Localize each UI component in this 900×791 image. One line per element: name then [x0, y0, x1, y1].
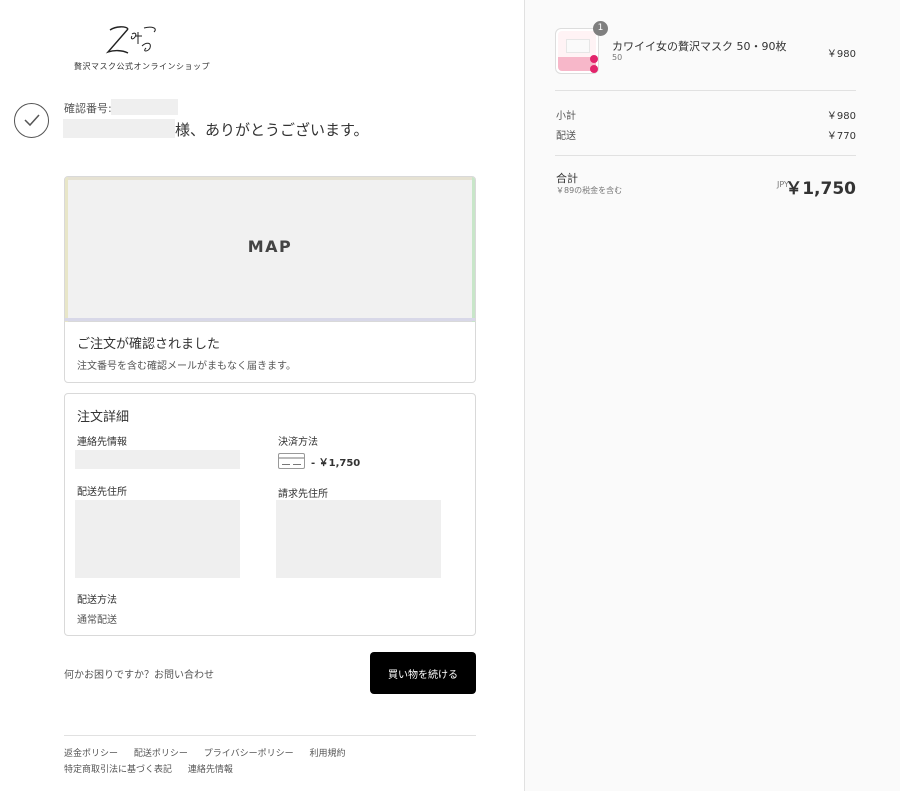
footer-link-legal-notice[interactable]: 特定商取引法に基づく表記	[64, 762, 172, 778]
shop-logo[interactable]: 贅沢マスク公式オンラインショップ	[74, 24, 210, 74]
contact-info-label: 連絡先情報	[77, 437, 127, 448]
footer-link-terms[interactable]: 利用規約	[309, 746, 345, 762]
thank-you-message: 様、ありがとうございます。	[175, 121, 369, 139]
help-contact-link[interactable]: 何かお困りですか？お問い合わせ	[64, 666, 214, 681]
order-details-title: 注文詳細	[77, 410, 130, 425]
map[interactable]: MAP	[65, 177, 475, 322]
footer-link-refund-policy[interactable]: 返金ポリシー	[64, 746, 118, 762]
product-variant: 50	[612, 53, 623, 62]
customer-name-redacted	[63, 119, 175, 138]
shipping-address-label: 配送先住所	[77, 487, 127, 498]
product-thumbnail	[555, 28, 599, 74]
billing-address-redacted	[276, 500, 441, 578]
map-edge	[65, 318, 475, 321]
main-panel: 贅沢マスク公式オンラインショップ 確認番号: 様、ありがとうございます。 MAP…	[0, 0, 524, 791]
footer-divider	[64, 735, 476, 736]
summary-divider	[555, 155, 856, 156]
billing-address-label: 請求先住所	[278, 489, 328, 500]
product-price: ￥980	[826, 49, 856, 60]
payment-method-label: 決済方法	[278, 437, 318, 448]
map-edge	[65, 177, 475, 180]
confirmation-number-redacted	[111, 99, 178, 115]
order-confirmed-title: ご注文が確認されました	[77, 337, 221, 352]
tax-note: ￥89の税金を含む	[556, 186, 623, 195]
quantity-badge: 1	[593, 21, 608, 36]
footer-link-privacy-policy[interactable]: プライバシーポリシー	[204, 746, 294, 762]
contact-info-redacted	[75, 450, 240, 469]
subtotal-value: ￥980	[826, 111, 856, 122]
map-label: MAP	[247, 237, 293, 256]
subtotal-label: 小計	[556, 111, 576, 122]
credit-card-icon	[278, 453, 305, 469]
payment-amount: - ￥1,750	[311, 458, 361, 469]
order-confirmed-subtitle: 注文番号を含む確認メールがまもなく届きます。	[77, 361, 296, 372]
shipping-method-label: 配送方法	[77, 595, 117, 606]
total-label: 合計	[556, 172, 578, 185]
footer-link-contact[interactable]: 連絡先情報	[188, 762, 233, 778]
shipping-method-value: 通常配送	[77, 615, 117, 626]
shipping-address-redacted	[75, 500, 240, 578]
order-confirmed-card: MAP ご注文が確認されました 注文番号を含む確認メールがまもなく届きます。	[64, 176, 476, 383]
footer-links: 返金ポリシー 配送ポリシー プライバシーポリシー 利用規約 特定商取引法に基づく…	[64, 746, 476, 778]
logo-tagline: 贅沢マスク公式オンラインショップ	[74, 62, 210, 71]
logo-mark-icon	[102, 24, 162, 58]
shipping-value: ￥770	[826, 131, 856, 142]
product-name: カワイイ女の贅沢マスク 50・90枚	[612, 40, 787, 53]
total-value: ￥1,750	[785, 179, 856, 199]
checkmark-icon	[14, 103, 49, 138]
confirmation-number-label: 確認番号:	[64, 102, 112, 115]
continue-shopping-button[interactable]: 買い物を続ける	[370, 652, 476, 694]
shipping-label: 配送	[556, 131, 576, 142]
footer-link-shipping-policy[interactable]: 配送ポリシー	[134, 746, 188, 762]
summary-divider	[555, 90, 856, 91]
order-details-card: 注文詳細 連絡先情報 決済方法 - ￥1,750 配送先住所 請求先住所 配送方…	[64, 393, 476, 636]
